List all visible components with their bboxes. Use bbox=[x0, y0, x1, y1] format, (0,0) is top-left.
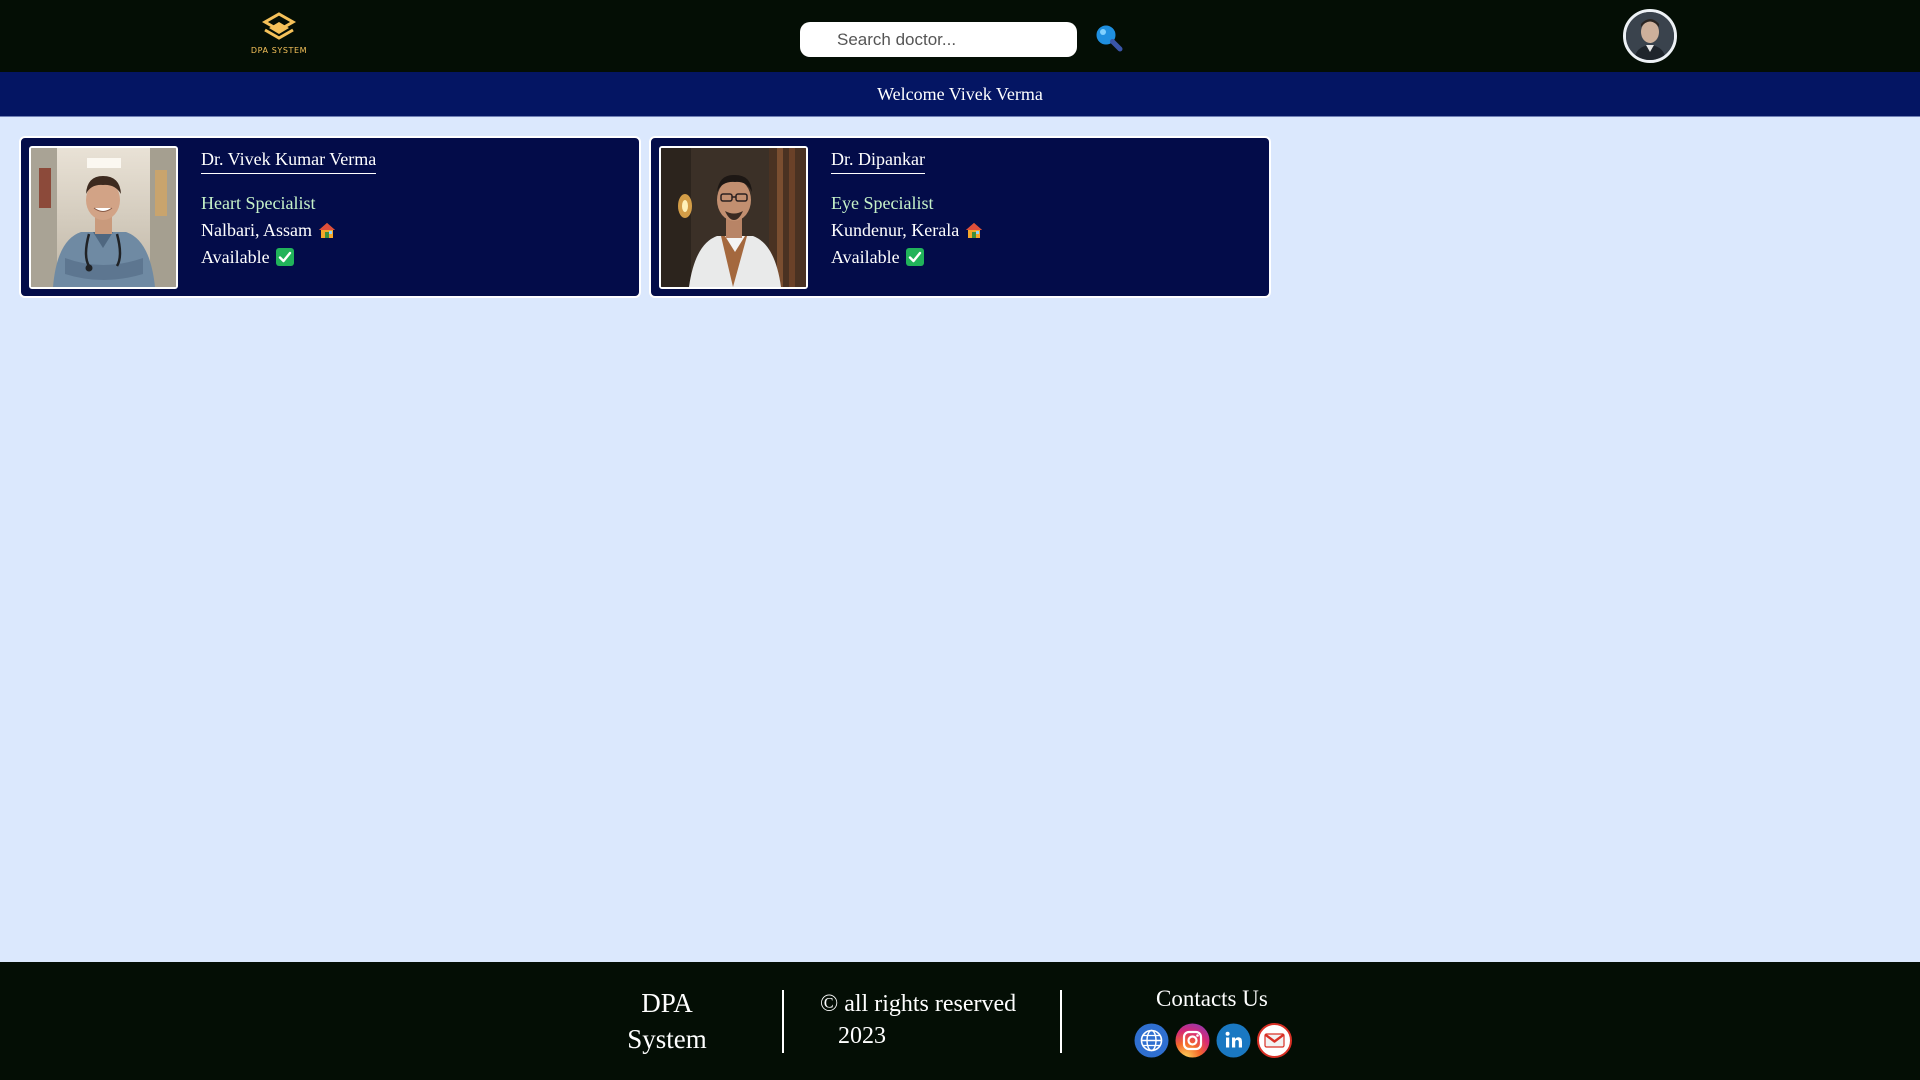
copyright-year: 2023 bbox=[838, 1023, 886, 1049]
doctor-specialty: Eye Specialist bbox=[831, 193, 934, 213]
instagram-icon[interactable] bbox=[1175, 1023, 1210, 1058]
contacts-title: Contacts Us bbox=[1156, 986, 1268, 1011]
footer-divider bbox=[782, 990, 784, 1053]
site-logo[interactable]: DPA SYSTEM bbox=[240, 12, 318, 64]
house-icon bbox=[318, 223, 335, 238]
location-text: Kundenur, Kerala bbox=[831, 220, 960, 240]
status-text: Available bbox=[831, 247, 900, 267]
linkedin-icon[interactable] bbox=[1216, 1023, 1251, 1058]
check-box-icon bbox=[905, 248, 924, 266]
footer-brand-line1: DPA bbox=[641, 988, 693, 1018]
check-box-icon bbox=[275, 248, 294, 266]
avatar-icon bbox=[1626, 12, 1674, 60]
status-text: Available bbox=[201, 247, 270, 267]
footer-brand: DPA System bbox=[614, 985, 720, 1057]
search-doctor-input[interactable] bbox=[800, 22, 1077, 57]
footer-brand-line2: System bbox=[627, 1024, 707, 1054]
logo-icon bbox=[261, 12, 297, 40]
top-navbar: DPA SYSTEM bbox=[0, 0, 1920, 72]
doctor-card[interactable]: Dr. Dipankar Eye Specialist Kundenur, Ke… bbox=[649, 136, 1271, 298]
footer-divider bbox=[1060, 990, 1062, 1053]
house-icon bbox=[966, 223, 983, 238]
user-avatar[interactable] bbox=[1623, 9, 1677, 63]
doctor-name-link[interactable]: Dr. Vivek Kumar Verma bbox=[201, 149, 377, 174]
magnifier-icon bbox=[1096, 25, 1123, 52]
logo-text: DPA SYSTEM bbox=[250, 46, 308, 55]
doctor-photo bbox=[659, 146, 808, 289]
doctor-availability: Available bbox=[831, 247, 924, 268]
doctor-location: Nalbari, Assam bbox=[201, 220, 336, 241]
location-text: Nalbari, Assam bbox=[201, 220, 312, 240]
copyright-text: © all rights reserved bbox=[820, 991, 1017, 1017]
doctor-availability: Available bbox=[201, 247, 294, 268]
search-button[interactable] bbox=[1092, 22, 1126, 56]
doctor-location: Kundenur, Kerala bbox=[831, 220, 983, 241]
doctor-photo bbox=[29, 146, 178, 289]
footer-copyright: © all rights reserved 2023 bbox=[820, 988, 1016, 1052]
doctor-card[interactable]: Dr. Vivek Kumar Verma Heart Specialist N… bbox=[19, 136, 641, 298]
doctor-name-link[interactable]: Dr. Dipankar bbox=[831, 149, 925, 174]
doctor-specialty: Heart Specialist bbox=[201, 193, 316, 213]
globe-icon[interactable] bbox=[1134, 1023, 1169, 1058]
site-footer: DPA System © all rights reserved 2023 Co… bbox=[0, 962, 1920, 1080]
gmail-icon[interactable] bbox=[1257, 1023, 1292, 1058]
welcome-banner: Welcome Vivek Verma bbox=[0, 72, 1920, 117]
